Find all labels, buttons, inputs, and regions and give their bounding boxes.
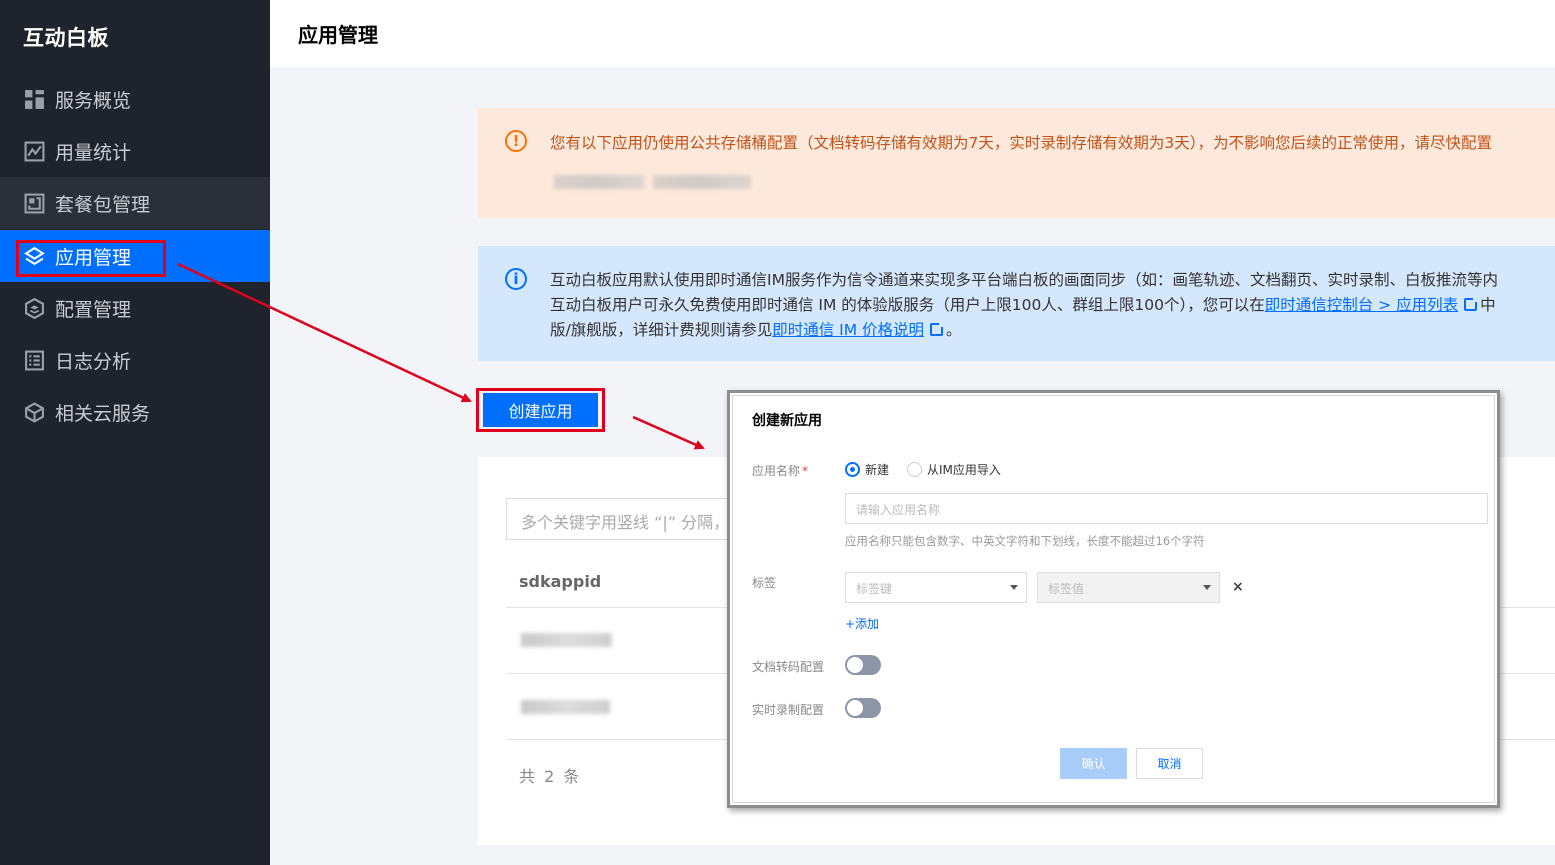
im-console-link[interactable]: 即时通信控制台 > 应用列表 [1265,296,1458,314]
radio-selected-icon [845,462,860,477]
table-row [521,633,612,647]
column-header-sdkappid: sdkappid [519,572,602,591]
chevron-down-icon [1010,585,1018,590]
sidebar-item-logs[interactable]: 日志分析 [0,334,270,386]
cancel-button[interactable]: 取消 [1136,748,1203,779]
sidebar-item-label: 相关云服务 [55,402,151,425]
sidebar-item-package[interactable]: 套餐包管理 [0,177,270,229]
sidebar-item-cloud-services[interactable]: 相关云服务 [0,386,270,438]
warning-icon: ! [505,130,527,152]
sidebar-item-label: 套餐包管理 [55,193,151,216]
redacted-app-id [653,175,751,189]
sidebar-item-app-management[interactable]: 应用管理 [0,230,270,282]
radio-label: 新建 [865,463,890,477]
radio-unselected-icon [907,462,922,477]
doc-transcode-toggle[interactable] [845,655,881,675]
create-app-button[interactable]: 创建应用 [483,393,598,427]
doc-transcode-label: 文档转码配置 [752,660,825,674]
tag-key-select[interactable]: 标签键 [845,572,1027,603]
chart-icon [23,140,45,162]
cube-icon [23,401,45,423]
required-mark: * [802,464,809,478]
select-placeholder: 标签值 [1048,582,1085,596]
dialog-title: 创建新应用 [752,413,822,429]
info-line-1: 互动白板应用默认使用即时通信IM服务作为信令通道来实现多平台端白板的画面同步（如… [550,271,1498,289]
redacted-app-id [554,175,644,189]
confirm-button[interactable]: 确认 [1060,748,1127,779]
app-name-input[interactable]: 请输入应用名称 [845,493,1488,524]
create-app-dialog: 创建新应用 应用名称 * 新建 从IM应用导入 请输入应用名称 应用名称只能包含数… [727,390,1500,808]
info-text: 版/旗舰版，详细计费规则请参见 [550,321,773,339]
chevron-down-icon [1203,585,1211,590]
sidebar-item-label: 日志分析 [55,350,132,373]
select-placeholder: 标签键 [856,582,893,596]
remove-tag-icon[interactable]: × [1232,579,1244,595]
tag-value-select[interactable]: 标签值 [1037,572,1220,603]
info-line-2: 互动白板用户可永久免费使用即时通信 IM 的体验版服务（用户上限100人、群组上… [550,293,1496,315]
info-text: 。 [946,321,962,339]
package-icon [23,192,45,214]
table-row [521,700,610,714]
search-input[interactable]: 多个关键字用竖线 “|” 分隔， [506,498,756,540]
warning-text: 您有以下应用仍使用公共存储桶配置（文档转码存储有效期为7天，实时录制存储有效期为… [550,134,1492,152]
sidebar-item-label: 配置管理 [55,298,132,321]
external-link-icon [1464,296,1480,311]
info-line-3: 版/旗舰版，详细计费规则请参见即时通信 IM 价格说明 。 [550,318,962,340]
sidebar-item-overview[interactable]: 服务概览 [0,73,270,125]
external-link-icon [930,321,946,336]
sidebar-item-label: 应用管理 [55,246,132,269]
sidebar: 互动白板 服务概览 用量统计 套餐包管理 应用管理 配置管理 日志分析 相关云服… [0,0,270,865]
grid-icon [23,88,45,110]
brand-title: 互动白板 [23,26,109,50]
sidebar-item-label: 服务概览 [55,89,132,112]
sidebar-item-usage[interactable]: 用量统计 [0,125,270,177]
realtime-record-toggle[interactable] [845,698,881,718]
im-pricing-link[interactable]: 即时通信 IM 价格说明 [772,321,924,339]
warning-alert: ! 您有以下应用仍使用公共存储桶配置（文档转码存储有效期为7天，实时录制存储有效… [478,108,1555,218]
radio-new[interactable]: 新建 [845,461,889,478]
add-tag-button[interactable]: +添加 [845,615,879,632]
config-icon [23,297,45,319]
radio-label: 从IM应用导入 [927,463,1001,477]
info-alert: i 互动白板应用默认使用即时通信IM服务作为信令通道来实现多平台端白板的画面同步… [478,246,1555,361]
total-count: 共 2 条 [519,767,582,786]
info-text: 中 [1480,296,1496,314]
tag-label: 标签 [752,576,777,590]
arrow-to-dialog [632,415,705,450]
log-icon [23,349,45,371]
header-bar: 应用管理 [270,0,1555,67]
info-icon: i [505,268,527,290]
info-text: 互动白板用户可永久免费使用即时通信 IM 的体验版服务（用户上限100人、群组上… [550,296,1265,314]
realtime-record-label: 实时录制配置 [752,703,825,717]
app-name-label: 应用名称 * [752,462,808,479]
app-name-hint: 应用名称只能包含数字、中英文字符和下划线，长度不能超过16个字符 [845,534,1205,548]
layers-icon [23,245,45,267]
radio-import-from-im[interactable]: 从IM应用导入 [907,461,1001,478]
label-text: 应用名称 [752,464,801,478]
sidebar-item-label: 用量统计 [55,141,132,164]
page-title: 应用管理 [298,23,378,47]
sidebar-item-config[interactable]: 配置管理 [0,282,270,334]
